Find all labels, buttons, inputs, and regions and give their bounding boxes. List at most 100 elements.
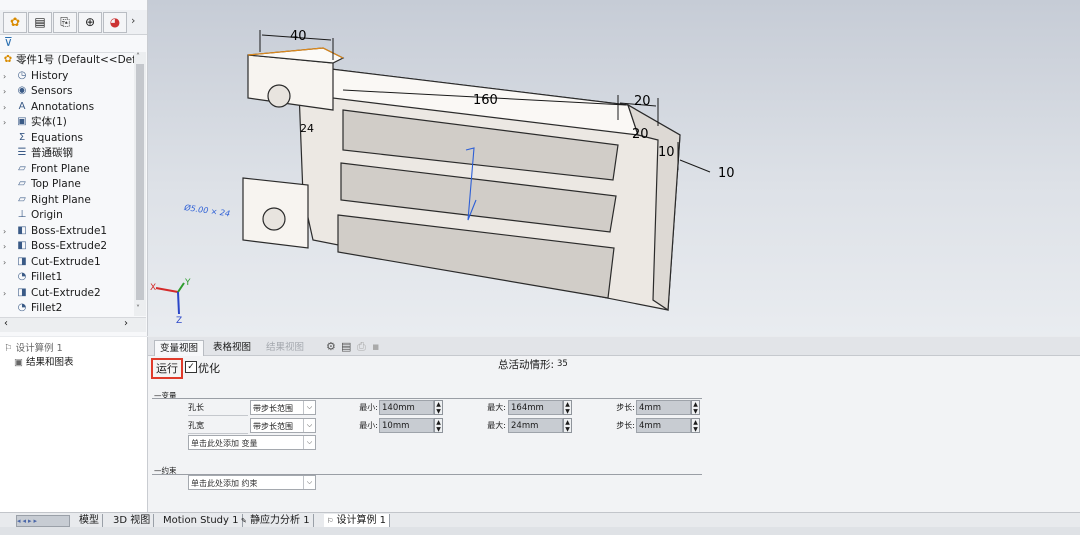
variable-name[interactable]: 孔宽 (188, 418, 248, 434)
results-folder-icon: ▣ (14, 357, 23, 368)
tree-item-label: Equations (31, 131, 83, 144)
tree-item-label: Right Plane (31, 193, 91, 206)
variable-type-combo[interactable]: 带步长范围 ⌵ (250, 418, 316, 433)
material-icon: ☰ (17, 147, 27, 158)
add-constraint-combo[interactable]: 单击此处添加 约束 ⌵ (188, 475, 316, 490)
scroll-down-icon[interactable]: ˅ (136, 304, 140, 313)
total-scenarios-value: 35 (557, 359, 568, 369)
tab-design-study[interactable]: ⚐ 设计算例 1 (324, 514, 391, 527)
step-input[interactable]: 4mm (636, 400, 691, 415)
variables-section-header[interactable]: —变量 (154, 390, 177, 401)
design-study-panel: 变量视图 表格视图 结果视图 ⚙ ▤ ⎙ ▪ 运行 ✓ 优化 总活动情形: 35… (148, 337, 1080, 512)
min-input[interactable]: 140mm (379, 400, 434, 415)
boss-extrude-icon: ◧ (17, 224, 27, 236)
total-scenarios-label: 总活动情形: (498, 359, 555, 371)
dim-20-side[interactable]: 20 (632, 127, 649, 142)
dim-10-outer[interactable]: 10 (718, 166, 735, 181)
run-button[interactable]: 运行 (151, 358, 183, 379)
origin-icon: ⊥ (17, 209, 27, 220)
tab-table-view[interactable]: 表格视图 (208, 340, 256, 355)
configuration-manager-icon[interactable]: ⎘ (53, 12, 77, 33)
tab-results-view[interactable]: 结果视图 (261, 340, 309, 355)
results-and-charts-item[interactable]: ▣ 结果和图表 (14, 354, 74, 368)
min-spinner-icon[interactable]: ▲ ▼ (434, 418, 443, 433)
bottom-toolbar (0, 527, 1080, 535)
tree-item-label: History (31, 69, 69, 82)
expand-arrow-icon[interactable]: › (3, 115, 11, 130)
expand-arrow-icon[interactable]: › (3, 69, 11, 84)
scroll-right-icon[interactable]: › (124, 318, 128, 329)
tab-motion-study[interactable]: Motion Study 1 (160, 514, 243, 527)
min-label: 最小: (359, 421, 378, 430)
part-model-svg[interactable]: 40 160 20 20 10 10 24 Ø5.00 × 24 X Y Z (148, 0, 1080, 336)
variable-type-label: 带步长范围 (253, 422, 293, 431)
history-icon: ◷ (17, 69, 27, 81)
coordinate-triad: X Y Z (150, 278, 191, 326)
graphics-viewport[interactable]: 40 160 20 20 10 10 24 Ø5.00 × 24 X Y Z (148, 0, 1080, 336)
study-tree-root[interactable]: ⚐ 设计算例 1 (4, 340, 63, 354)
cut-extrude-icon: ◨ (17, 255, 27, 267)
table-icon[interactable]: ▤ (341, 340, 351, 353)
tab-model[interactable]: 模型 (76, 514, 103, 527)
variable-type-combo[interactable]: 带步长范围 ⌵ (250, 400, 316, 415)
variable-name[interactable]: 孔长 (188, 400, 248, 416)
tree-item-label: Cut-Extrude1 (31, 255, 101, 268)
expand-arrow-icon[interactable]: › (3, 224, 11, 239)
step-spinner-icon[interactable]: ▲ ▼ (691, 400, 700, 415)
chevron-down-icon[interactable]: ⌵ (303, 419, 315, 432)
chevron-right-icon[interactable]: › (131, 14, 135, 27)
filter-icon[interactable]: ⊽ (4, 35, 13, 49)
scroll-up-icon[interactable]: ˄ (136, 52, 140, 61)
max-input[interactable]: 164mm (508, 400, 563, 415)
max-input[interactable]: 24mm (508, 418, 563, 433)
display-manager-icon[interactable]: ◕ (103, 12, 127, 33)
save-icon[interactable]: ▪ (372, 340, 379, 353)
chevron-down-icon[interactable]: ⌵ (303, 401, 315, 414)
settings-icon[interactable]: ⚙ (326, 340, 336, 353)
filter-bar[interactable]: ⊽ (0, 34, 144, 53)
tree-item-label: 实体(1) (31, 116, 67, 128)
dimxpert-icon[interactable]: ⊕ (78, 12, 102, 33)
property-manager-icon[interactable]: ▤ (28, 12, 52, 33)
tab-variable-view[interactable]: 变量视图 (154, 340, 205, 356)
cut-extrude-icon: ◨ (17, 286, 27, 298)
optimize-checkbox[interactable]: ✓ (185, 361, 197, 373)
dim-40[interactable]: 40 (290, 29, 307, 44)
min-input[interactable]: 10mm (379, 418, 434, 433)
tab-navigation-arrows[interactable]: ◂◂▸▸ (16, 515, 70, 527)
dim-160[interactable]: 160 (473, 93, 498, 108)
tab-3d-view[interactable]: 3D 视图 (110, 514, 155, 527)
max-spinner-icon[interactable]: ▲ ▼ (563, 400, 572, 415)
max-spinner-icon[interactable]: ▲ ▼ (563, 418, 572, 433)
design-study-tabs: 变量视图 表格视图 结果视图 ⚙ ▤ ⎙ ▪ (148, 337, 1080, 356)
tab-static-analysis[interactable]: ✎ 静应力分析 1 (238, 514, 314, 527)
variable-type-label: 带步长范围 (253, 404, 293, 413)
tree-horizontal-scrollbar[interactable]: ‹ › (0, 317, 146, 332)
tree-item-label: Front Plane (31, 162, 90, 175)
step-input[interactable]: 4mm (636, 418, 691, 433)
min-spinner-icon[interactable]: ▲ ▼ (434, 400, 443, 415)
variables-divider (152, 398, 702, 399)
dim-10-inner[interactable]: 10 (658, 145, 675, 160)
tree-item-label: Fillet2 (31, 302, 63, 314)
step-spinner-icon[interactable]: ▲ ▼ (691, 418, 700, 433)
expand-arrow-icon[interactable]: › (3, 286, 11, 301)
chevron-down-icon[interactable]: ⌵ (303, 476, 315, 489)
plane-icon: ▱ (18, 193, 26, 205)
max-label: 最大: (487, 403, 506, 412)
tree-item-label: Annotations (31, 100, 95, 113)
feature-manager-icon[interactable]: ✿ (3, 12, 27, 33)
dim-20-top[interactable]: 20 (634, 94, 651, 109)
export-icon[interactable]: ⎙ (357, 340, 366, 354)
expand-arrow-icon[interactable]: › (3, 255, 11, 270)
expand-arrow-icon[interactable]: › (3, 84, 11, 99)
scroll-left-icon[interactable]: ‹ (4, 318, 8, 329)
scroll-thumb[interactable] (136, 64, 144, 300)
chevron-down-icon[interactable]: ⌵ (303, 436, 315, 449)
add-variable-combo[interactable]: 单击此处添加 变量 ⌵ (188, 435, 316, 450)
expand-arrow-icon[interactable]: › (3, 100, 11, 115)
expand-arrow-icon[interactable]: › (3, 239, 11, 254)
tree-vertical-scrollbar[interactable]: ˄ ˅ (134, 52, 146, 316)
add-constraint-label: 单击此处添加 约束 (191, 479, 258, 488)
dim-24[interactable]: 24 (300, 122, 314, 135)
